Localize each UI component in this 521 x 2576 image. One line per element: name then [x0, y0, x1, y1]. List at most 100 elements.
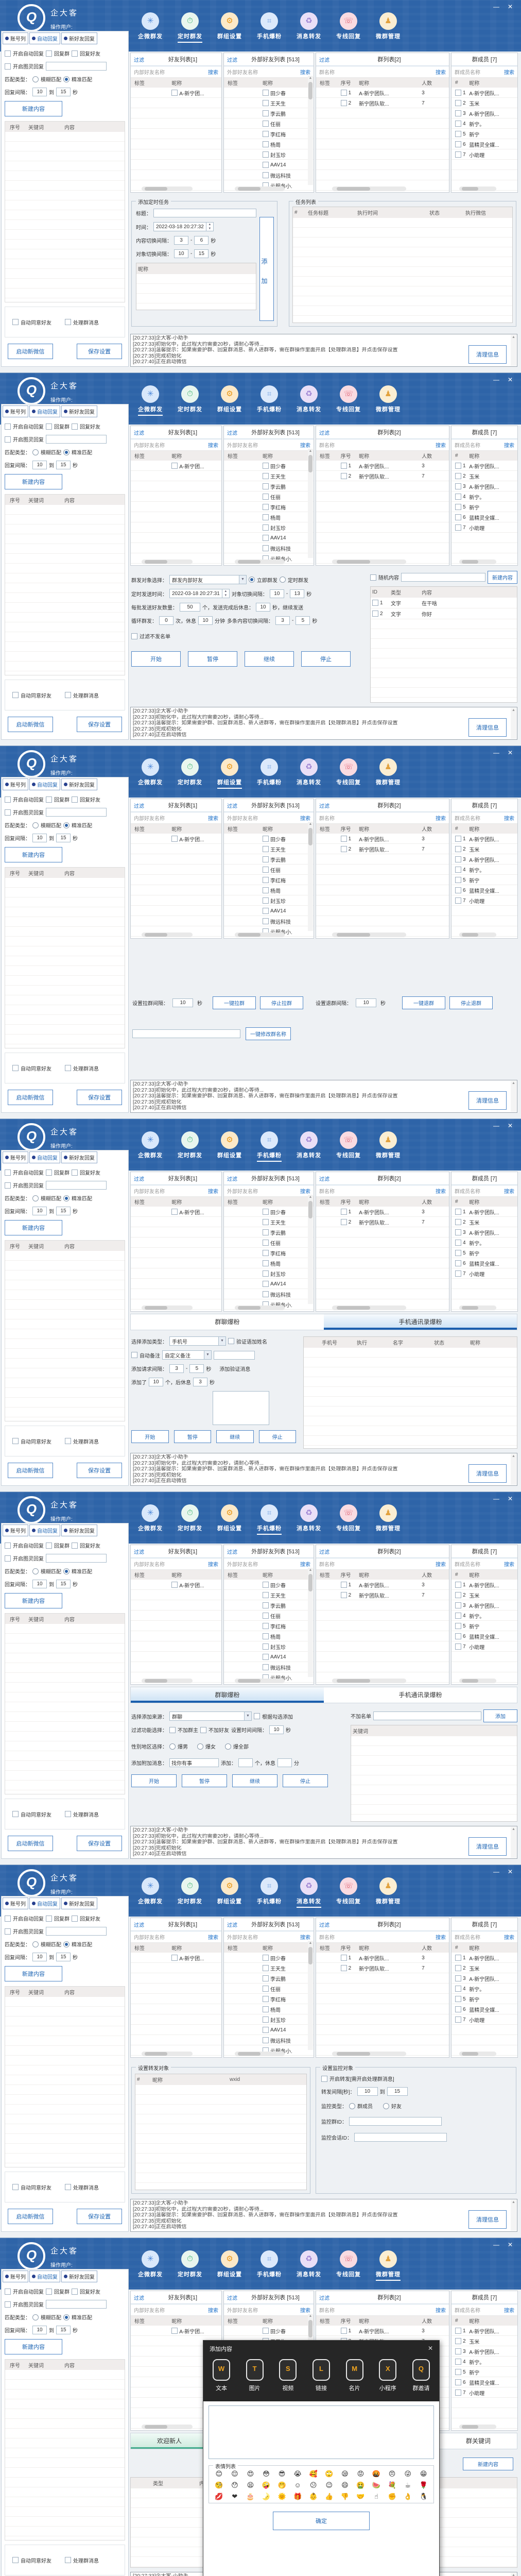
emoji-icon[interactable]: 🌹 [415, 2481, 431, 2489]
male-radio[interactable] [169, 1743, 176, 1750]
add-type-select[interactable]: 手机号▼ [169, 1336, 226, 1346]
sidebar-tab-1[interactable]: 账号列 [3, 1524, 28, 1536]
resume-button[interactable]: 继续 [232, 1774, 277, 1787]
emoji-icon[interactable]: 🌞 [274, 2493, 290, 2501]
filter-link[interactable]: 过滤 [227, 1175, 237, 1182]
search-input[interactable]: 外部好友名称 [227, 1560, 300, 1568]
search-input[interactable]: 群成员名称 [455, 814, 504, 822]
nav-item-7[interactable]: ♟微群管理 [372, 758, 405, 789]
nav-item-6[interactable]: ☏专线回复 [332, 1504, 365, 1535]
new-content-button[interactable]: 新建内容 [5, 847, 62, 862]
sidebar-tab-3[interactable]: 新好友回复 [61, 1524, 97, 1536]
row-checkbox[interactable] [263, 2027, 269, 2033]
horizontal-scrollbar[interactable] [459, 2052, 496, 2056]
reply-friend-checkbox[interactable] [72, 1543, 78, 1549]
list-item[interactable]: 2玉米 [451, 2336, 517, 2346]
reply-interval-to-input[interactable] [56, 1207, 71, 1215]
row-checkbox[interactable] [455, 483, 461, 489]
random-content-input[interactable] [401, 573, 485, 582]
row-checkbox[interactable] [455, 1965, 461, 1971]
turing-key-input[interactable] [46, 62, 107, 71]
search-button[interactable]: 搜索 [504, 1933, 514, 1941]
content-type-item-3[interactable]: S视频 [279, 2359, 297, 2392]
list-item[interactable]: 7小助理 [451, 1641, 517, 1652]
list-item[interactable]: 2新宁团队软...7 [316, 1590, 449, 1600]
start-wechat-button[interactable]: 启动新微信 [8, 2209, 53, 2224]
nav-item-2[interactable]: ⏱定时群发 [173, 1877, 206, 1908]
emoji-icon[interactable]: 😎 [274, 2470, 290, 2478]
row-checkbox[interactable] [372, 600, 378, 606]
verify-name-checkbox[interactable] [228, 1338, 234, 1344]
row-checkbox[interactable] [263, 1219, 269, 1225]
random-content-checkbox[interactable] [370, 574, 376, 581]
emoji-icon[interactable]: 😊 [211, 2470, 227, 2478]
search-button[interactable]: 搜索 [504, 1560, 514, 1568]
filter-link[interactable]: 过滤 [319, 1175, 329, 1182]
stop-pull-button[interactable]: 停止拉群 [260, 996, 303, 1009]
search-input[interactable]: 内部好友名称 [134, 1187, 208, 1195]
sidebar-tab-3[interactable]: 新好友回复 [61, 1151, 97, 1163]
list-item[interactable]: AAV14 [224, 533, 314, 543]
start-wechat-button[interactable]: 启动新微信 [8, 1090, 53, 1105]
row-checkbox[interactable] [341, 1582, 347, 1588]
row-checkbox[interactable] [263, 846, 269, 852]
row-checkbox[interactable] [263, 1613, 269, 1619]
row-checkbox[interactable] [455, 494, 461, 500]
content-type-item-7[interactable]: Q群邀请 [412, 2359, 430, 2392]
nav-item-1[interactable]: ✳企微群发 [134, 2250, 167, 2281]
emoji-icon[interactable]: 🍉 [369, 2481, 385, 2489]
list-item[interactable]: 4新宁。 [451, 2357, 517, 2367]
list-item[interactable]: 封玉珍 [224, 149, 314, 160]
row-checkbox[interactable] [455, 2338, 461, 2344]
row-checkbox[interactable] [263, 836, 269, 842]
reply-interval-from-input[interactable] [32, 1953, 47, 1961]
search-button[interactable]: 搜索 [504, 2306, 514, 2314]
forward-to-input[interactable] [387, 2087, 408, 2096]
pull-interval-input[interactable] [172, 998, 193, 1007]
row-checkbox[interactable] [263, 1240, 269, 1246]
emoji-icon[interactable]: 🤭 [274, 2481, 290, 2489]
log-scrollbar[interactable]: ▲ [511, 2573, 516, 2576]
row-checkbox[interactable] [455, 1219, 461, 1225]
search-input[interactable]: 群成员名称 [455, 1933, 504, 1941]
list-item[interactable]: 李云鹏 [224, 854, 314, 865]
clear-log-button[interactable]: 清理信息 [468, 1837, 507, 1856]
list-item[interactable]: 杨周 [224, 885, 314, 895]
sidebar-tab-2[interactable]: 自动回复 [29, 1897, 60, 1909]
row-checkbox[interactable] [455, 1209, 461, 1215]
list-item[interactable]: AAV14 [224, 1652, 314, 1662]
list-item[interactable]: AAV14 [224, 1279, 314, 1289]
list-item[interactable]: AAV14 [224, 906, 314, 916]
list-item[interactable]: 田少春 [224, 2326, 314, 2336]
tab-group-fans[interactable]: 群聊爆粉 [131, 1314, 324, 1330]
row-checkbox[interactable] [455, 100, 461, 106]
row-checkbox[interactable] [263, 483, 269, 489]
sidebar-tab-1[interactable]: 账号列 [3, 778, 28, 790]
row-checkbox[interactable] [263, 918, 269, 924]
row-checkbox[interactable] [263, 877, 269, 883]
row-checkbox[interactable] [263, 1592, 269, 1598]
row-checkbox[interactable] [341, 846, 347, 852]
filter-link[interactable]: 过滤 [319, 1548, 329, 1555]
row-checkbox[interactable] [455, 151, 461, 158]
list-item[interactable]: 田少春 [224, 88, 314, 98]
list-item[interactable]: 封玉珍 [224, 2014, 314, 2025]
list-item[interactable]: 4新宁。 [451, 1611, 517, 1621]
list-item[interactable]: 李云鹏 [224, 1600, 314, 1611]
task-time-spinner[interactable]: 2022-03-18 20:27:32▲▼ [153, 222, 214, 231]
search-input[interactable]: 群成员名称 [455, 68, 504, 76]
search-button[interactable]: 搜索 [436, 1187, 446, 1195]
list-item[interactable]: 王天生 [224, 1963, 314, 1973]
handle-group-msg-checkbox[interactable] [65, 319, 71, 325]
row-checkbox[interactable] [341, 1955, 347, 1961]
list-item[interactable]: 2新宁团队软...7 [316, 1217, 449, 1227]
row-checkbox[interactable] [263, 1965, 269, 1971]
list-item[interactable]: 李红梅 [224, 1994, 314, 2004]
clear-log-button[interactable]: 清理信息 [468, 345, 507, 364]
content-textarea[interactable] [209, 2405, 434, 2459]
list-item[interactable]: 李红梅 [224, 1621, 314, 1631]
filter-link[interactable]: 过滤 [227, 1548, 237, 1555]
turing-key-input[interactable] [46, 435, 107, 444]
row-checkbox[interactable] [263, 545, 269, 551]
stop-button[interactable]: 停止 [283, 1774, 328, 1787]
